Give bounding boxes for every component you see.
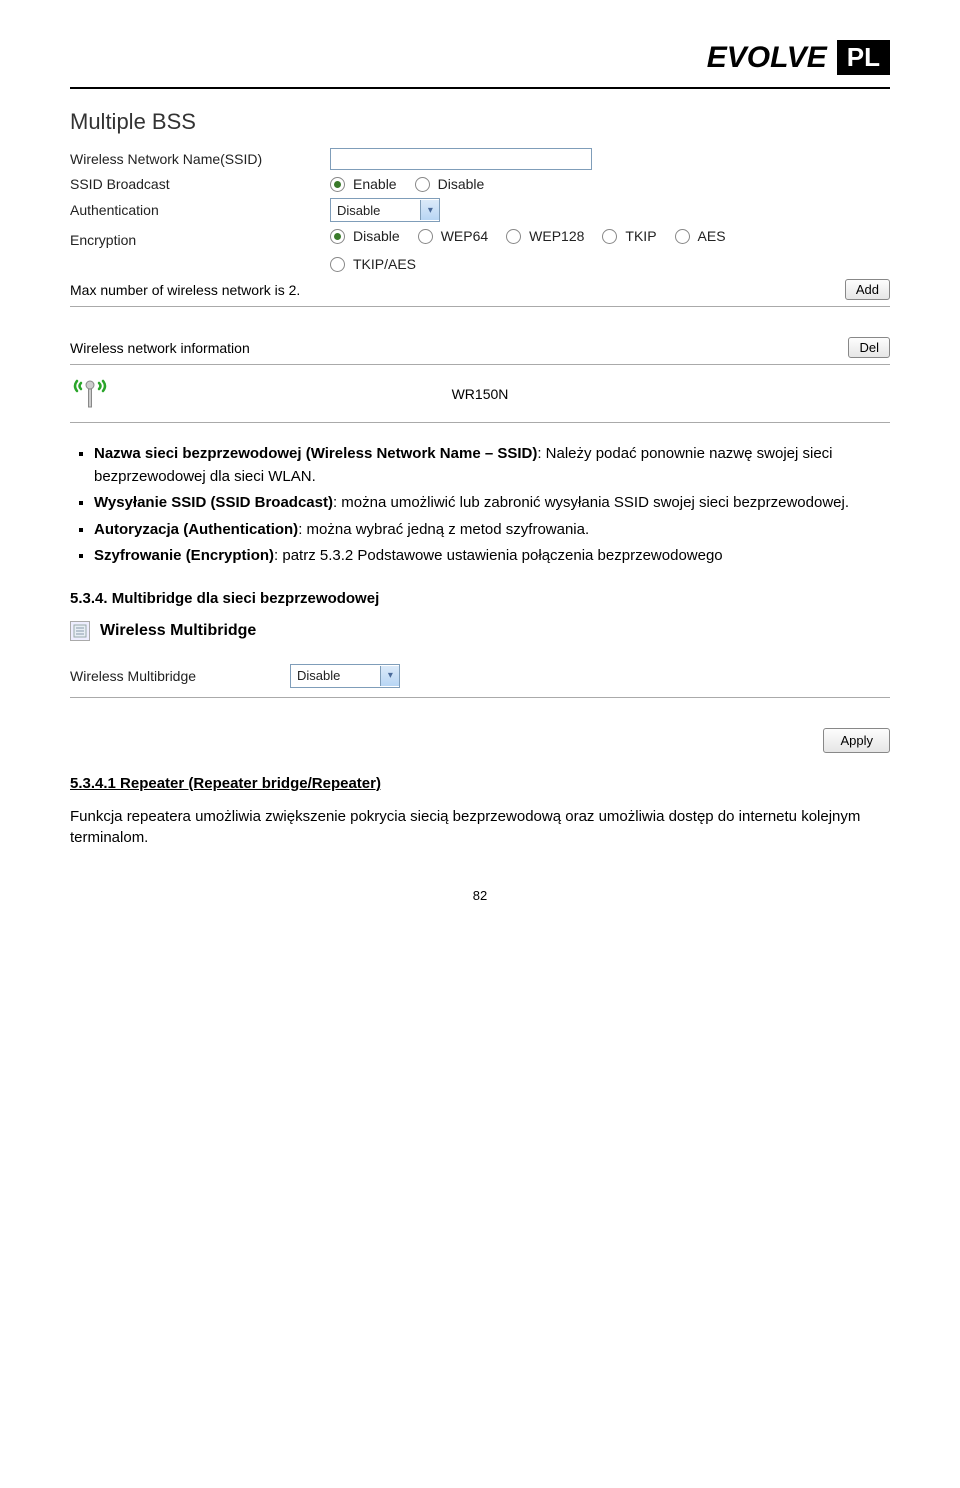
- radio-enc-tkipaes[interactable]: [330, 257, 345, 272]
- header-divider: [70, 87, 890, 89]
- apply-button[interactable]: Apply: [823, 728, 890, 753]
- radio-enc-aes[interactable]: [675, 229, 690, 244]
- country-badge: PL: [837, 40, 890, 75]
- page-number: 82: [70, 888, 890, 903]
- radio-enc-wep128[interactable]: [506, 229, 521, 244]
- header-logo-row: EVOLVE PL: [70, 40, 890, 75]
- radio-broadcast-disable[interactable]: [415, 177, 430, 192]
- enc-opt-1: WEP64: [441, 228, 488, 244]
- multibridge-panel: Wireless Multibridge Wireless Multibridg…: [70, 621, 890, 753]
- heading-5341: 5.3.4.1 Repeater (Repeater bridge/Repeat…: [70, 775, 890, 792]
- radio-label-enable: Enable: [353, 176, 397, 192]
- label-ssid: Wireless Network Name(SSID): [70, 151, 330, 167]
- multibridge-select-value: Disable: [291, 668, 380, 683]
- heading-534: 5.3.4. Multibridge dla sieci bezprzewodo…: [70, 590, 890, 607]
- evolve-logo: EVOLVE: [707, 41, 827, 75]
- panel-icon: [70, 621, 90, 641]
- wifi-icon: [70, 371, 110, 416]
- enc-opt-3: TKIP: [625, 228, 656, 244]
- radio-broadcast-enable[interactable]: [330, 177, 345, 192]
- enc-opt-2: WEP128: [529, 228, 584, 244]
- divider: [70, 306, 890, 307]
- enc-opt-4: AES: [698, 228, 726, 244]
- label-broadcast: SSID Broadcast: [70, 176, 330, 192]
- list-item: Nazwa sieci bezprzewodowej (Wireless Net…: [94, 443, 890, 488]
- enc-opt-0: Disable: [353, 228, 400, 244]
- del-button[interactable]: Del: [848, 337, 890, 358]
- bullet-list: Nazwa sieci bezprzewodowej (Wireless Net…: [70, 443, 890, 568]
- radio-enc-disable[interactable]: [330, 229, 345, 244]
- wireless-info-label: Wireless network information: [70, 340, 250, 356]
- divider-2: [70, 364, 890, 365]
- chevron-down-icon: ▾: [380, 666, 399, 686]
- radio-enc-wep64[interactable]: [418, 229, 433, 244]
- auth-select-value: Disable: [331, 203, 420, 218]
- add-button[interactable]: Add: [845, 279, 890, 300]
- body-5341: Funkcja repeatera umożliwia zwiększenie …: [70, 806, 890, 848]
- multibridge-select[interactable]: Disable ▾: [290, 664, 400, 688]
- label-encryption: Encryption: [70, 228, 330, 248]
- list-item: Autoryzacja (Authentication): można wybr…: [94, 519, 890, 542]
- list-item: Szyfrowanie (Encryption): patrz 5.3.2 Po…: [94, 545, 890, 568]
- ssid-input[interactable]: [330, 148, 592, 170]
- panel-title-multiple-bss: Multiple BSS: [70, 109, 890, 135]
- radio-label-disable: Disable: [438, 176, 485, 192]
- radio-enc-tkip[interactable]: [602, 229, 617, 244]
- label-auth: Authentication: [70, 202, 330, 218]
- auth-select[interactable]: Disable ▾: [330, 198, 440, 222]
- list-item: Wysyłanie SSID (SSID Broadcast): można u…: [94, 492, 890, 515]
- multiple-bss-panel: Multiple BSS Wireless Network Name(SSID)…: [70, 109, 890, 423]
- label-multibridge: Wireless Multibridge: [70, 668, 290, 684]
- enc-opt-5: TKIP/AES: [353, 256, 416, 272]
- device-name: WR150N: [110, 386, 850, 402]
- chevron-down-icon: ▾: [420, 200, 439, 220]
- max-note: Max number of wireless network is 2.: [70, 282, 330, 298]
- multibridge-title: Wireless Multibridge: [100, 622, 256, 640]
- divider-3: [70, 422, 890, 423]
- divider-mb: [70, 697, 890, 698]
